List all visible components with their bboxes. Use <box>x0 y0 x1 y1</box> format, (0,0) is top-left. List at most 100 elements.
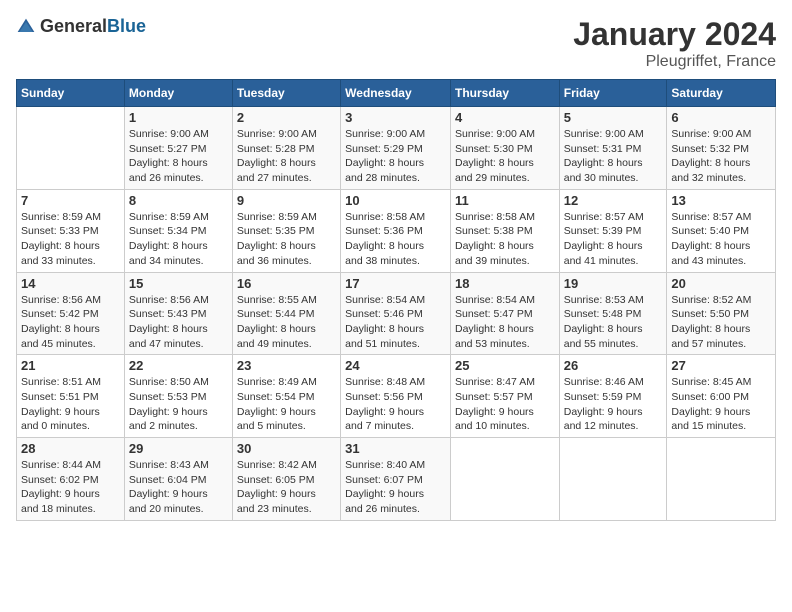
day-info: Sunrise: 8:46 AMSunset: 5:59 PMDaylight:… <box>564 375 663 434</box>
day-info: Sunrise: 8:45 AMSunset: 6:00 PMDaylight:… <box>671 375 771 434</box>
calendar-cell: 22 Sunrise: 8:50 AMSunset: 5:53 PMDayligh… <box>124 355 232 438</box>
logo: GeneralBlue <box>16 16 146 37</box>
logo-icon <box>16 17 36 37</box>
weekday-header-cell: Friday <box>559 80 667 107</box>
day-number: 9 <box>237 193 336 208</box>
day-number: 25 <box>455 358 555 373</box>
page-header: GeneralBlue January 2024 Pleugriffet, Fr… <box>16 16 776 71</box>
day-number: 29 <box>129 441 228 456</box>
calendar-cell: 18 Sunrise: 8:54 AMSunset: 5:47 PMDayligh… <box>450 272 559 355</box>
calendar-cell: 23 Sunrise: 8:49 AMSunset: 5:54 PMDayligh… <box>232 355 340 438</box>
day-info: Sunrise: 8:50 AMSunset: 5:53 PMDaylight:… <box>129 375 228 434</box>
day-info: Sunrise: 9:00 AMSunset: 5:32 PMDaylight:… <box>671 127 771 186</box>
day-number: 13 <box>671 193 771 208</box>
weekday-header-cell: Thursday <box>450 80 559 107</box>
calendar-cell: 28 Sunrise: 8:44 AMSunset: 6:02 PMDayligh… <box>17 438 125 521</box>
weekday-header-cell: Monday <box>124 80 232 107</box>
day-info: Sunrise: 9:00 AMSunset: 5:30 PMDaylight:… <box>455 127 555 186</box>
day-number: 8 <box>129 193 228 208</box>
day-number: 20 <box>671 276 771 291</box>
day-number: 15 <box>129 276 228 291</box>
day-number: 18 <box>455 276 555 291</box>
day-number: 12 <box>564 193 663 208</box>
day-number: 14 <box>21 276 120 291</box>
calendar-cell: 10 Sunrise: 8:58 AMSunset: 5:36 PMDayligh… <box>341 189 451 272</box>
day-info: Sunrise: 8:47 AMSunset: 5:57 PMDaylight:… <box>455 375 555 434</box>
calendar-week-row: 28 Sunrise: 8:44 AMSunset: 6:02 PMDayligh… <box>17 438 776 521</box>
day-number: 28 <box>21 441 120 456</box>
day-info: Sunrise: 8:58 AMSunset: 5:38 PMDaylight:… <box>455 210 555 269</box>
calendar-cell <box>450 438 559 521</box>
day-info: Sunrise: 8:42 AMSunset: 6:05 PMDaylight:… <box>237 458 336 517</box>
calendar-cell: 20 Sunrise: 8:52 AMSunset: 5:50 PMDayligh… <box>667 272 776 355</box>
weekday-header-cell: Wednesday <box>341 80 451 107</box>
day-info: Sunrise: 8:59 AMSunset: 5:34 PMDaylight:… <box>129 210 228 269</box>
day-info: Sunrise: 8:51 AMSunset: 5:51 PMDaylight:… <box>21 375 120 434</box>
calendar-cell: 21 Sunrise: 8:51 AMSunset: 5:51 PMDayligh… <box>17 355 125 438</box>
calendar-table: SundayMondayTuesdayWednesdayThursdayFrid… <box>16 79 776 521</box>
day-number: 5 <box>564 110 663 125</box>
day-number: 2 <box>237 110 336 125</box>
day-info: Sunrise: 8:54 AMSunset: 5:47 PMDaylight:… <box>455 293 555 352</box>
day-info: Sunrise: 8:44 AMSunset: 6:02 PMDaylight:… <box>21 458 120 517</box>
calendar-cell: 9 Sunrise: 8:59 AMSunset: 5:35 PMDaylight… <box>232 189 340 272</box>
day-number: 26 <box>564 358 663 373</box>
calendar-cell: 19Sunrise: 8:53 AMSunset: 5:48 PMDayligh… <box>559 272 667 355</box>
calendar-subtitle: Pleugriffet, France <box>573 53 776 71</box>
day-info: Sunrise: 8:53 AMSunset: 5:48 PMDaylight:… <box>564 293 663 352</box>
calendar-cell <box>559 438 667 521</box>
day-number: 3 <box>345 110 446 125</box>
day-number: 4 <box>455 110 555 125</box>
calendar-body: 1 Sunrise: 9:00 AMSunset: 5:27 PMDaylight… <box>17 107 776 521</box>
day-info: Sunrise: 8:52 AMSunset: 5:50 PMDaylight:… <box>671 293 771 352</box>
day-info: Sunrise: 9:00 AMSunset: 5:31 PMDaylight:… <box>564 127 663 186</box>
logo-text-general: General <box>40 16 107 36</box>
day-number: 22 <box>129 358 228 373</box>
day-info: Sunrise: 8:59 AMSunset: 5:35 PMDaylight:… <box>237 210 336 269</box>
calendar-cell: 12 Sunrise: 8:57 AMSunset: 5:39 PMDayligh… <box>559 189 667 272</box>
calendar-cell: 13 Sunrise: 8:57 AMSunset: 5:40 PMDayligh… <box>667 189 776 272</box>
day-info: Sunrise: 8:58 AMSunset: 5:36 PMDaylight:… <box>345 210 446 269</box>
calendar-cell: 31Sunrise: 8:40 AMSunset: 6:07 PMDayligh… <box>341 438 451 521</box>
day-info: Sunrise: 9:00 AMSunset: 5:28 PMDaylight:… <box>237 127 336 186</box>
day-info: Sunrise: 8:56 AMSunset: 5:43 PMDaylight:… <box>129 293 228 352</box>
calendar-cell: 30Sunrise: 8:42 AMSunset: 6:05 PMDayligh… <box>232 438 340 521</box>
calendar-cell <box>17 107 125 190</box>
calendar-cell: 1 Sunrise: 9:00 AMSunset: 5:27 PMDaylight… <box>124 107 232 190</box>
calendar-cell: 2 Sunrise: 9:00 AMSunset: 5:28 PMDaylight… <box>232 107 340 190</box>
day-number: 17 <box>345 276 446 291</box>
day-info: Sunrise: 8:57 AMSunset: 5:40 PMDaylight:… <box>671 210 771 269</box>
day-info: Sunrise: 8:57 AMSunset: 5:39 PMDaylight:… <box>564 210 663 269</box>
calendar-cell: 14Sunrise: 8:56 AMSunset: 5:42 PMDayligh… <box>17 272 125 355</box>
calendar-cell: 8 Sunrise: 8:59 AMSunset: 5:34 PMDaylight… <box>124 189 232 272</box>
weekday-header-row: SundayMondayTuesdayWednesdayThursdayFrid… <box>17 80 776 107</box>
day-info: Sunrise: 8:48 AMSunset: 5:56 PMDaylight:… <box>345 375 446 434</box>
calendar-cell: 26 Sunrise: 8:46 AMSunset: 5:59 PMDayligh… <box>559 355 667 438</box>
day-number: 23 <box>237 358 336 373</box>
day-number: 21 <box>21 358 120 373</box>
day-number: 24 <box>345 358 446 373</box>
weekday-header-cell: Sunday <box>17 80 125 107</box>
day-number: 7 <box>21 193 120 208</box>
day-info: Sunrise: 8:54 AMSunset: 5:46 PMDaylight:… <box>345 293 446 352</box>
calendar-cell: 25 Sunrise: 8:47 AMSunset: 5:57 PMDayligh… <box>450 355 559 438</box>
weekday-header-cell: Tuesday <box>232 80 340 107</box>
calendar-week-row: 7 Sunrise: 8:59 AMSunset: 5:33 PMDaylight… <box>17 189 776 272</box>
day-info: Sunrise: 8:49 AMSunset: 5:54 PMDaylight:… <box>237 375 336 434</box>
day-info: Sunrise: 9:00 AMSunset: 5:29 PMDaylight:… <box>345 127 446 186</box>
day-info: Sunrise: 8:59 AMSunset: 5:33 PMDaylight:… <box>21 210 120 269</box>
day-number: 27 <box>671 358 771 373</box>
day-number: 10 <box>345 193 446 208</box>
calendar-cell: 6 Sunrise: 9:00 AMSunset: 5:32 PMDaylight… <box>667 107 776 190</box>
day-number: 31 <box>345 441 446 456</box>
weekday-header-cell: Saturday <box>667 80 776 107</box>
day-number: 1 <box>129 110 228 125</box>
day-number: 6 <box>671 110 771 125</box>
calendar-cell: 29Sunrise: 8:43 AMSunset: 6:04 PMDayligh… <box>124 438 232 521</box>
day-number: 11 <box>455 193 555 208</box>
day-info: Sunrise: 9:00 AMSunset: 5:27 PMDaylight:… <box>129 127 228 186</box>
calendar-week-row: 14Sunrise: 8:56 AMSunset: 5:42 PMDayligh… <box>17 272 776 355</box>
calendar-cell <box>667 438 776 521</box>
calendar-cell: 15 Sunrise: 8:56 AMSunset: 5:43 PMDayligh… <box>124 272 232 355</box>
day-info: Sunrise: 8:55 AMSunset: 5:44 PMDaylight:… <box>237 293 336 352</box>
